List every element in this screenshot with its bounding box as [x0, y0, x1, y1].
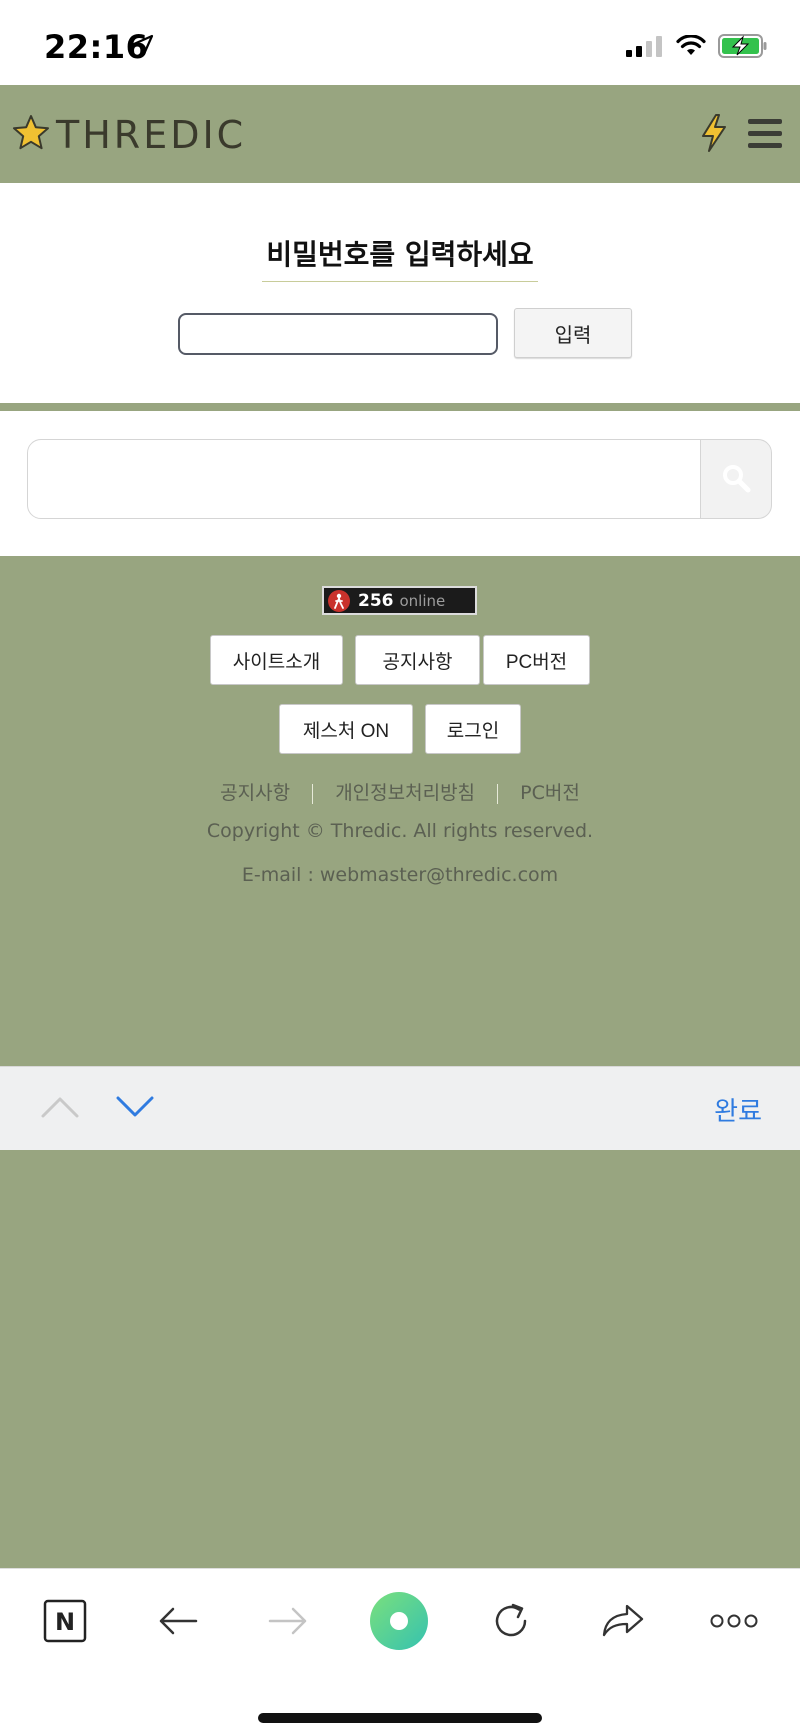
back-arrow-icon[interactable] — [148, 1591, 208, 1651]
location-arrow-icon — [132, 34, 154, 60]
search-panel — [0, 411, 800, 556]
naver-letter: N — [55, 1608, 75, 1636]
cellular-signal-icon — [626, 35, 664, 61]
share-icon[interactable] — [593, 1591, 653, 1651]
online-label: online — [399, 591, 446, 610]
link-separator — [312, 783, 314, 804]
chevron-up-icon[interactable] — [40, 1095, 80, 1123]
done-button[interactable]: 완료 — [714, 1091, 762, 1128]
naver-home-icon[interactable]: N — [35, 1591, 95, 1651]
site-logo[interactable]: THREDIC — [12, 113, 246, 157]
password-submit-button[interactable]: 입력 — [514, 308, 632, 358]
copyright-text: Copyright © Thredic. All rights reserved… — [206, 820, 594, 842]
footer-link-notice[interactable]: 공지사항 — [220, 782, 290, 804]
person-walking-icon — [328, 589, 350, 612]
more-icon[interactable] — [704, 1591, 764, 1651]
footer-links: 공지사항 개인정보처리방침 PC버전 — [0, 778, 800, 805]
password-input[interactable] — [178, 313, 498, 355]
online-counter-badge: 256 online — [322, 586, 477, 615]
site-footer: 256 online 사이트소개 공지사항 PC버전 제스처 ON 로그인 공지… — [0, 556, 800, 1066]
logo-text: THREDIC — [56, 113, 247, 157]
pc-version-button[interactable]: PC버전 — [483, 635, 590, 685]
site-intro-button[interactable]: 사이트소개 — [210, 635, 343, 685]
search-button[interactable] — [700, 439, 772, 519]
footer-link-privacy[interactable]: 개인정보처리방침 — [335, 782, 475, 804]
wifi-icon — [676, 34, 706, 61]
notice-button[interactable]: 공지사항 — [355, 635, 480, 685]
footer-link-pc-version[interactable]: PC버전 — [520, 782, 580, 804]
link-separator — [497, 783, 499, 804]
battery-charging-icon — [718, 34, 768, 62]
password-title: 비밀번호를 입력하세요 — [266, 238, 534, 271]
keyboard-accessory-bar: 완료 — [0, 1066, 800, 1150]
online-count: 256 — [358, 590, 394, 611]
search-icon — [721, 463, 751, 496]
home-indicator — [258, 1713, 542, 1723]
search-input[interactable] — [27, 439, 703, 519]
title-underline — [262, 281, 538, 282]
password-panel: 비밀번호를 입력하세요 입력 — [0, 183, 800, 403]
login-button[interactable]: 로그인 — [425, 704, 521, 754]
status-bar: 22:16 — [0, 0, 800, 85]
hamburger-menu-icon[interactable] — [748, 119, 784, 149]
reload-icon[interactable] — [481, 1591, 541, 1651]
forward-arrow-icon[interactable] — [258, 1591, 318, 1651]
star-icon — [12, 114, 50, 156]
site-header: THREDIC — [0, 85, 800, 183]
page-background — [0, 1150, 800, 1568]
chevron-down-icon[interactable] — [115, 1095, 155, 1123]
browser-toolbar: N — [0, 1568, 800, 1731]
green-dot-icon[interactable] — [369, 1591, 429, 1651]
lightning-icon[interactable] — [700, 113, 728, 157]
contact-email: E-mail : webmaster@thredic.com — [241, 864, 559, 886]
gesture-toggle-button[interactable]: 제스처 ON — [279, 704, 413, 754]
section-divider — [0, 403, 800, 411]
